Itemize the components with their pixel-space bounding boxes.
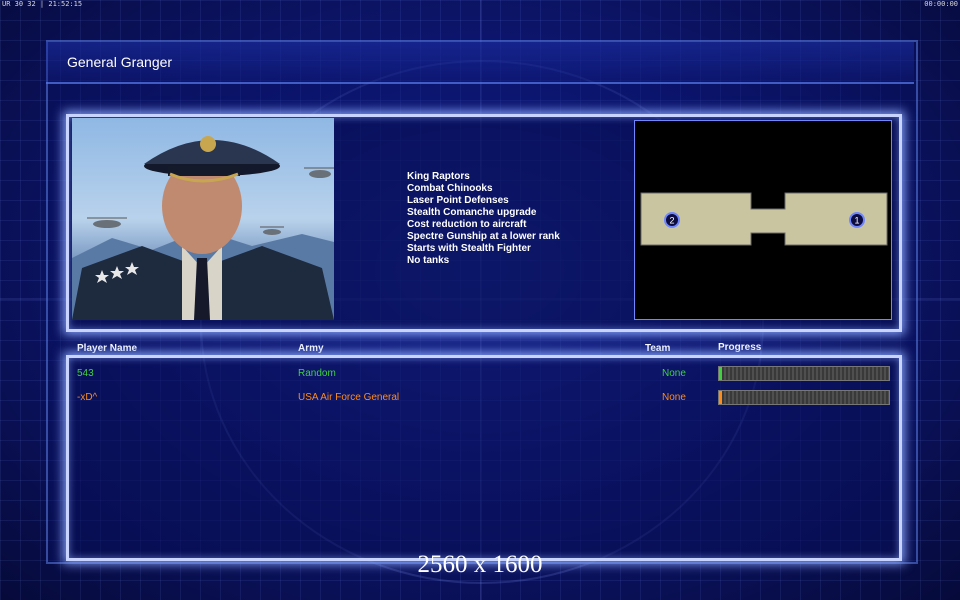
start-position-label: 2 (669, 216, 674, 226)
map-preview: 2 1 (634, 120, 892, 320)
start-position-label: 1 (854, 216, 859, 226)
column-header-team: Team (645, 343, 671, 354)
player-team: None (662, 368, 686, 379)
feature-item: Stealth Comanche upgrade (407, 207, 537, 218)
start-position-marker: 2 (664, 212, 680, 228)
top-bar-right-text: 00:00:00 (924, 0, 958, 8)
player-army: USA Air Force General (298, 392, 400, 403)
feature-item: No tanks (407, 255, 450, 266)
general-portrait (72, 118, 334, 320)
feature-item: Cost reduction to aircraft (407, 219, 527, 230)
column-header-army: Army (298, 343, 324, 354)
column-header-player-name: Player Name (77, 343, 138, 354)
feature-item: Spectre Gunship at a lower rank (407, 231, 560, 242)
screen-title: General Granger (67, 54, 173, 70)
start-position-marker: 1 (849, 212, 865, 228)
player-progress-fill (719, 367, 723, 380)
player-name: 543 (77, 368, 94, 379)
title-bar (46, 42, 914, 84)
top-bar-left-text: UR 30 32 | 21:52:15 (2, 0, 83, 8)
helicopter-icon (304, 167, 334, 178)
resolution-watermark: 2560 x 1600 (417, 551, 543, 578)
feature-item: Combat Chinooks (407, 183, 493, 194)
player-name: -xD^ (77, 392, 98, 403)
feature-item: Starts with Stealth Fighter (407, 243, 531, 254)
map-preview-image: 2 1 (640, 192, 888, 246)
column-header-progress: Progress (718, 342, 762, 353)
player-progress-bar (718, 390, 890, 405)
feature-item: Laser Point Defenses (407, 195, 509, 206)
player-team: None (662, 392, 686, 403)
player-progress-fill (719, 391, 723, 404)
debug-top-bar: UR 30 32 | 21:52:15 00:00:00 (0, 0, 960, 9)
helicopter-icon (260, 226, 284, 235)
feature-item: King Raptors (407, 171, 470, 182)
general-portrait-image (72, 136, 334, 320)
player-army: Random (298, 368, 336, 379)
player-progress-bar (718, 366, 890, 381)
players-panel (66, 355, 902, 561)
helicopter-icon (87, 217, 127, 228)
general-features-list: King Raptors Combat Chinooks Laser Point… (407, 171, 560, 267)
